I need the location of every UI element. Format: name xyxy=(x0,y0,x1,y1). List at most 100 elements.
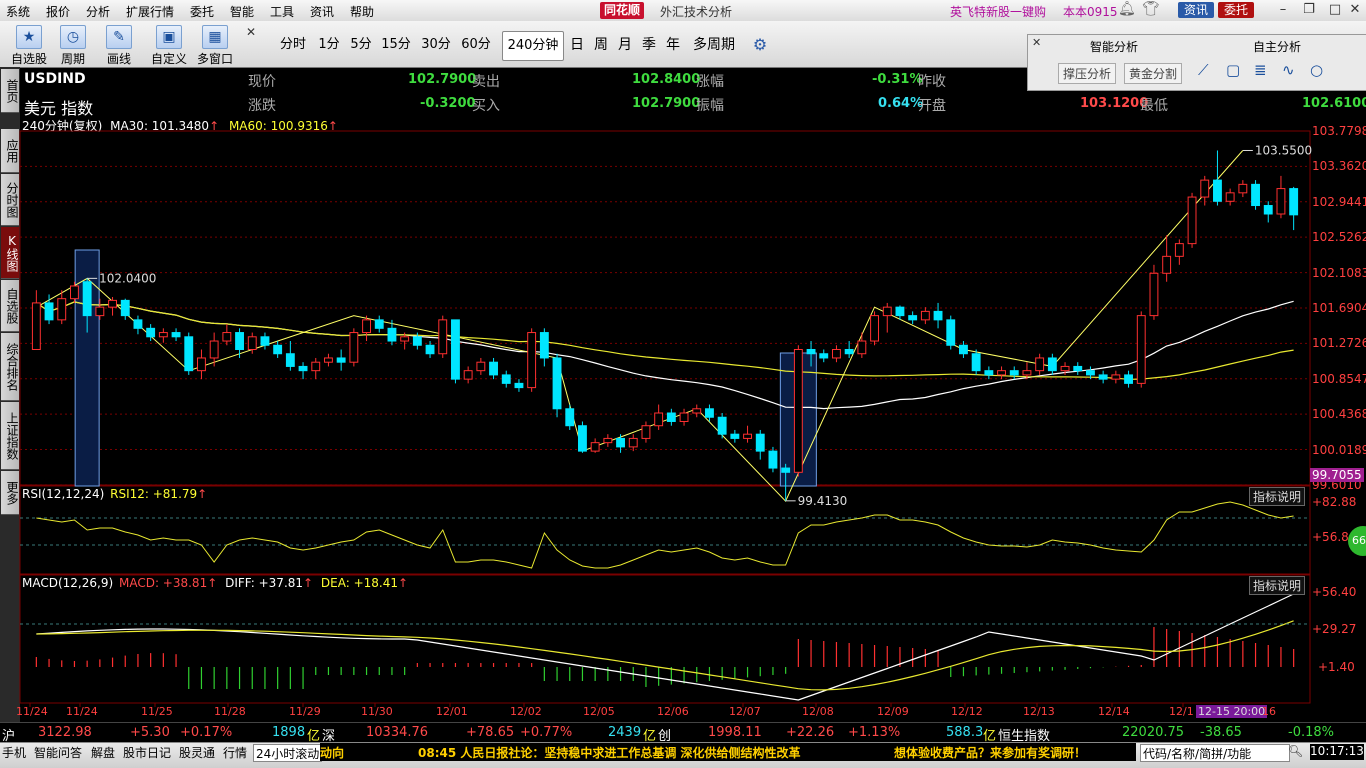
candle-up xyxy=(95,306,105,317)
candle-up xyxy=(222,332,232,342)
candle-down xyxy=(412,336,422,346)
time-tick-label: 11/25 xyxy=(141,705,173,718)
candle-down xyxy=(946,319,956,346)
macd-y-top: +56.40 xyxy=(1312,585,1357,599)
sz-pct: +0.77% xyxy=(520,725,573,740)
rsi-line xyxy=(36,501,1294,569)
ticker-headline[interactable]: 08:45 人民日报社论：坚持稳中求进工作总基调 深化供给侧结构性改革 xyxy=(418,744,801,761)
candle-down xyxy=(451,319,460,380)
candle-up xyxy=(311,361,321,372)
candle-up xyxy=(247,336,257,350)
candle-up xyxy=(1149,272,1159,317)
quote-link[interactable]: 行情 xyxy=(223,744,247,760)
up-arrow-icon: ↑ xyxy=(398,576,409,590)
candle-down xyxy=(1047,357,1057,372)
candle-down xyxy=(908,315,918,321)
candle-down xyxy=(374,319,384,329)
stock-link[interactable]: 股灵通 xyxy=(179,744,215,760)
candle-up xyxy=(197,357,206,372)
smart-qa-link[interactable]: 智能问答 xyxy=(34,744,82,760)
candle-down xyxy=(133,319,143,329)
rsi-y-top: +82.88 xyxy=(1312,495,1357,509)
candle-down xyxy=(933,310,943,321)
sz-index: 10334.76 xyxy=(366,725,429,740)
sh-pct: +0.17% xyxy=(180,725,233,740)
candle-up xyxy=(793,348,803,473)
candle-down xyxy=(1289,188,1299,216)
price-tick-label: 103.3620 xyxy=(1312,159,1366,174)
candle-up xyxy=(476,361,486,372)
last-price-tag: 99.7055 xyxy=(1310,468,1364,483)
up-arrow-icon: ↑ xyxy=(207,576,218,590)
candle-down xyxy=(501,374,511,384)
candle-up xyxy=(362,319,371,334)
mobile-link[interactable]: 手机 xyxy=(2,744,26,760)
price-tick-label: 102.9441 xyxy=(1312,194,1366,209)
candle-up xyxy=(70,285,79,300)
macd-diff: DIFF: +37.81 xyxy=(225,576,304,590)
candle-down xyxy=(959,344,968,355)
candle-down xyxy=(755,433,765,452)
candle-up xyxy=(1276,188,1286,215)
time-tick-label: 11/29 xyxy=(289,705,321,718)
macd-label: MACD(12,26,9) xyxy=(22,576,114,590)
candle-down xyxy=(806,348,816,355)
news-ticker[interactable]: 动向 08:45 人民日报社论：坚持稳中求进工作总基调 深化供给侧结构性改革 想… xyxy=(320,743,1136,761)
jiepan-link[interactable]: 解盘 xyxy=(91,744,115,760)
ticker-promo[interactable]: 想体验收费产品？来参加有奖调研！ xyxy=(894,744,1086,761)
candle-down xyxy=(781,467,791,473)
time-tick-label: 12/08 xyxy=(802,705,834,718)
code-search-input[interactable]: 代码/名称/简拼/功能 xyxy=(1140,744,1290,762)
clock: 10:17:13 xyxy=(1310,744,1364,760)
kline-chart[interactable]: 102.0400 103.5500 99.4130 xyxy=(0,0,1366,767)
annotation-label: 103.5500 xyxy=(1255,143,1312,157)
candle-down xyxy=(1263,205,1273,215)
candle-up xyxy=(324,357,333,363)
candle-up xyxy=(1187,196,1197,245)
time-tick-label: 11/24 xyxy=(66,705,98,718)
time-tick-label: 12/13 xyxy=(1023,705,1055,718)
candle-up xyxy=(57,298,67,321)
macd-value: MACD: +38.81 xyxy=(118,576,208,590)
candle-down xyxy=(616,437,625,448)
candle-up xyxy=(1035,357,1045,372)
cy-index: 1998.11 xyxy=(708,725,762,740)
ma30-line xyxy=(36,300,1294,410)
candle-down xyxy=(730,433,740,439)
market-diary-link[interactable]: 股市日记 xyxy=(123,744,171,760)
search-icon[interactable]: 🔍︎ xyxy=(1288,744,1303,760)
candle-up xyxy=(870,315,879,342)
candle-up xyxy=(628,437,638,448)
price-tick-label: 101.6904 xyxy=(1312,300,1366,315)
candle-up xyxy=(654,412,664,427)
candle-down xyxy=(895,306,905,317)
candle-down xyxy=(768,450,778,469)
macd-explain-button[interactable]: 指标说明 xyxy=(1249,576,1306,595)
bottom-bar: 手机 智能问答 解盘 股市日记 股灵通 行情 24小时滚动 动向 08:45 人… xyxy=(0,742,1366,768)
candle-down xyxy=(844,348,854,355)
price-tick-label: 101.2726 xyxy=(1312,336,1366,351)
macd-dea: DEA: +18.41 xyxy=(320,576,399,590)
rsi-explain-button[interactable]: 指标说明 xyxy=(1249,487,1306,506)
candle-up xyxy=(209,340,219,359)
sh-volume: 1898 xyxy=(272,725,306,740)
candle-up xyxy=(1238,183,1248,194)
candle-down xyxy=(819,353,829,359)
time-tick-label: 12/1 xyxy=(1169,705,1194,718)
candle-up xyxy=(603,437,613,444)
annotation-label: 102.0400 xyxy=(99,271,156,285)
24h-scroll-tab[interactable]: 24小时滚动 xyxy=(253,744,323,762)
price-tick-label: 100.4368 xyxy=(1312,407,1366,422)
time-tick-label: 16 xyxy=(1262,705,1276,718)
candle-down xyxy=(387,327,397,342)
cy-volume: 588.3 xyxy=(946,725,984,740)
candle-down xyxy=(1213,179,1222,202)
rsi-value: RSI12: +81.79 xyxy=(110,487,198,501)
candle-up xyxy=(590,442,600,452)
macd-y-low: +1.40 xyxy=(1318,660,1355,674)
candle-down xyxy=(552,357,562,410)
candle-down xyxy=(717,416,727,435)
price-tick-label: 100.0189 xyxy=(1312,442,1366,457)
rsi-legend: RSI(12,12,24) RSI12: +81.79↑ xyxy=(22,487,207,501)
time-tick-label: 12/06 xyxy=(657,705,689,718)
